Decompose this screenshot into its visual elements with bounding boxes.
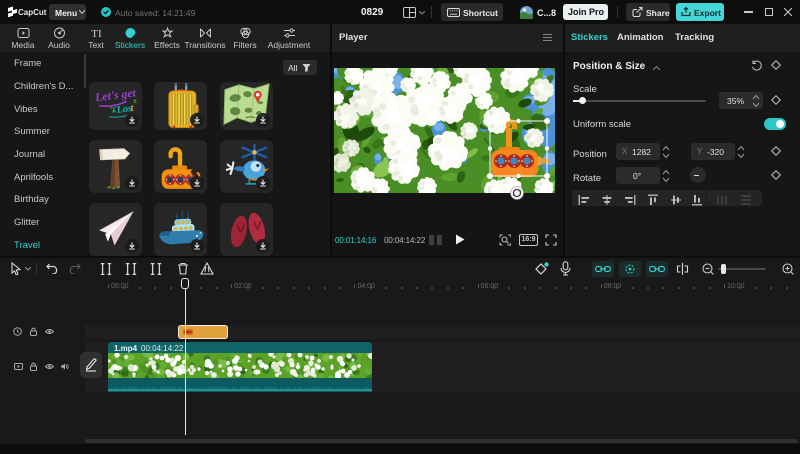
svg-text:TI: TI [91, 28, 102, 39]
svg-text:Let's get: Let's get [93, 86, 137, 104]
